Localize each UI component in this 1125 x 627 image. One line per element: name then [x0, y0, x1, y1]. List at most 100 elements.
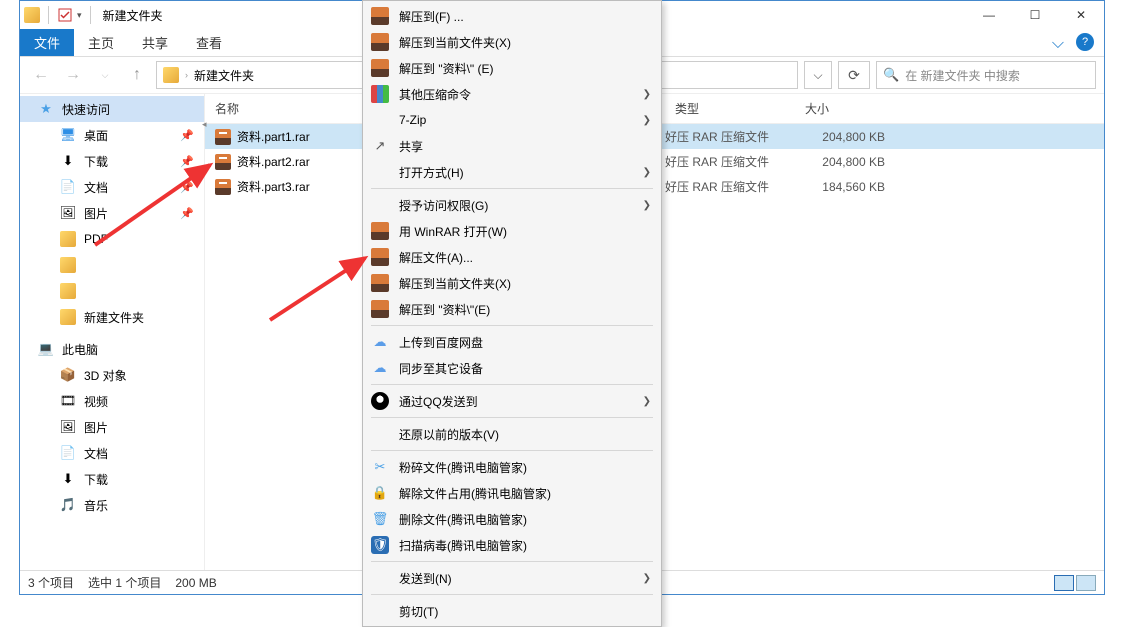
view-details-button[interactable] — [1054, 575, 1074, 591]
tab-home[interactable]: 主页 — [74, 29, 128, 56]
file-size: 204,800 KB — [795, 155, 885, 169]
ribbon-expand-icon[interactable]: ⌵ — [1052, 35, 1064, 53]
column-size[interactable]: 大小 — [795, 100, 885, 117]
download-icon: ⬇ — [60, 471, 76, 487]
file-tab[interactable]: 文件 — [20, 29, 74, 56]
sidebar-item[interactable] — [20, 278, 204, 304]
sidebar: ★ 快速访问 🖥桌面📌⬇下载📌📄文档📌🖼图片📌PDF新建文件夹 💻 此电脑 📦3… — [20, 94, 205, 570]
tab-share[interactable]: 共享 — [128, 29, 182, 56]
menu-item[interactable]: 🗑删除文件(腾讯电脑管家) — [363, 506, 661, 532]
quick-access-toolbar: ▾ — [24, 6, 95, 24]
breadcrumb[interactable]: 新建文件夹 — [194, 67, 254, 84]
rar-icon — [371, 274, 389, 292]
document-icon: 📄 — [60, 445, 76, 461]
menu-item[interactable]: 解压到当前文件夹(X) — [363, 270, 661, 296]
qat-dropdown-icon[interactable]: ▾ — [77, 10, 82, 21]
menu-item[interactable]: 解压到 "资料\"(E) — [363, 296, 661, 322]
menu-item[interactable]: ↗共享 — [363, 133, 661, 159]
menu-item[interactable]: 通过QQ发送到❯ — [363, 388, 661, 414]
chevron-right-icon: ❯ — [643, 115, 651, 126]
maximize-button[interactable]: ☐ — [1012, 1, 1058, 29]
menu-item[interactable]: 用 WinRAR 打开(W) — [363, 218, 661, 244]
music-icon: 🎵 — [60, 497, 76, 513]
menu-item[interactable]: 剪切(T) — [363, 598, 661, 624]
cloud-icon: ☁ — [371, 359, 389, 377]
refresh-button[interactable]: ⟳ — [838, 61, 870, 89]
sidebar-quick-access[interactable]: ★ 快速访问 — [20, 96, 204, 122]
sidebar-this-pc[interactable]: 💻 此电脑 — [20, 336, 204, 362]
chevron-right-icon: ❯ — [643, 200, 651, 211]
menu-item[interactable]: 打开方式(H)❯ — [363, 159, 661, 185]
blank-icon — [371, 602, 389, 620]
sidebar-item[interactable]: PDF — [20, 226, 204, 252]
delete-icon: 🗑 — [371, 510, 389, 528]
menu-item[interactable]: 7-Zip❯ — [363, 107, 661, 133]
file-size: 184,560 KB — [795, 180, 885, 194]
menu-separator — [371, 450, 653, 451]
sidebar-item[interactable]: ⬇下载 — [20, 466, 204, 492]
folder-icon — [60, 309, 76, 325]
sidebar-item[interactable]: 🖼图片 — [20, 414, 204, 440]
tab-view[interactable]: 查看 — [182, 29, 236, 56]
menu-item[interactable]: ☁同步至其它设备 — [363, 355, 661, 381]
blank-icon — [371, 111, 389, 129]
menu-separator — [371, 188, 653, 189]
view-icons-button[interactable] — [1076, 575, 1096, 591]
minimize-button[interactable]: — — [966, 1, 1012, 29]
rar-icon — [371, 59, 389, 77]
sidebar-item[interactable]: 📄文档📌 — [20, 174, 204, 200]
nav-recent-icon[interactable]: ⌵ — [92, 62, 118, 88]
picture-icon: 🖼 — [60, 205, 76, 221]
rar-icon — [215, 154, 231, 170]
menu-item[interactable]: 解压文件(A)... — [363, 244, 661, 270]
menu-item[interactable]: 🛡扫描病毒(腾讯电脑管家) — [363, 532, 661, 558]
sidebar-item[interactable]: 🖼图片📌 — [20, 200, 204, 226]
nav-back-button[interactable]: ← — [28, 62, 54, 88]
file-type: 好压 RAR 压缩文件 — [665, 128, 795, 145]
pin-icon: 📌 — [180, 207, 194, 220]
sidebar-item[interactable] — [20, 252, 204, 278]
folder-icon — [163, 67, 179, 83]
menu-item[interactable]: ☁上传到百度网盘 — [363, 329, 661, 355]
menu-item[interactable]: 还原以前的版本(V) — [363, 421, 661, 447]
sidebar-item[interactable]: ⬇下载📌 — [20, 148, 204, 174]
window-controls: — ☐ ✕ — [966, 1, 1104, 29]
file-type: 好压 RAR 压缩文件 — [665, 153, 795, 170]
properties-icon[interactable] — [57, 7, 73, 23]
folder-icon — [60, 231, 76, 247]
search-placeholder: 在 新建文件夹 中搜索 — [905, 67, 1020, 84]
blank-icon — [371, 163, 389, 181]
3d-icon: 📦 — [60, 367, 76, 383]
status-size: 200 MB — [175, 576, 216, 590]
folder-icon — [24, 7, 40, 23]
close-button[interactable]: ✕ — [1058, 1, 1104, 29]
folder-icon — [60, 257, 76, 273]
sidebar-item[interactable]: 新建文件夹 — [20, 304, 204, 330]
sidebar-item[interactable]: 📦3D 对象 — [20, 362, 204, 388]
star-icon: ★ — [38, 101, 54, 117]
context-menu: 解压到(F) ...解压到当前文件夹(X)解压到 "资料\" (E)其他压缩命令… — [362, 0, 662, 627]
menu-item[interactable]: ✂粉碎文件(腾讯电脑管家) — [363, 454, 661, 480]
address-dropdown-button[interactable]: ⌵ — [804, 61, 832, 89]
help-icon[interactable]: ? — [1076, 33, 1094, 51]
menu-item[interactable]: 发送到(N)❯ — [363, 565, 661, 591]
lock-icon: 🔒 — [371, 484, 389, 502]
column-type[interactable]: 类型 — [665, 100, 795, 117]
chevron-right-icon: ❯ — [643, 89, 651, 100]
qq-icon — [371, 392, 389, 410]
sidebar-item[interactable]: 🖥桌面📌 — [20, 122, 204, 148]
sidebar-divider[interactable] — [204, 111, 210, 141]
nav-forward-button[interactable]: → — [60, 62, 86, 88]
menu-item[interactable]: 解压到当前文件夹(X) — [363, 29, 661, 55]
menu-item[interactable]: 授予访问权限(G)❯ — [363, 192, 661, 218]
sidebar-item[interactable]: 🎵音乐 — [20, 492, 204, 518]
sidebar-item[interactable]: 📄文档 — [20, 440, 204, 466]
chevron-right-icon: › — [185, 70, 188, 80]
search-input[interactable]: 🔍 在 新建文件夹 中搜索 — [876, 61, 1096, 89]
menu-item[interactable]: 解压到 "资料\" (E) — [363, 55, 661, 81]
nav-up-button[interactable]: ↑ — [124, 62, 150, 88]
menu-item[interactable]: 其他压缩命令❯ — [363, 81, 661, 107]
sidebar-item[interactable]: 🎞视频 — [20, 388, 204, 414]
menu-item[interactable]: 解压到(F) ... — [363, 3, 661, 29]
menu-item[interactable]: 🔒解除文件占用(腾讯电脑管家) — [363, 480, 661, 506]
